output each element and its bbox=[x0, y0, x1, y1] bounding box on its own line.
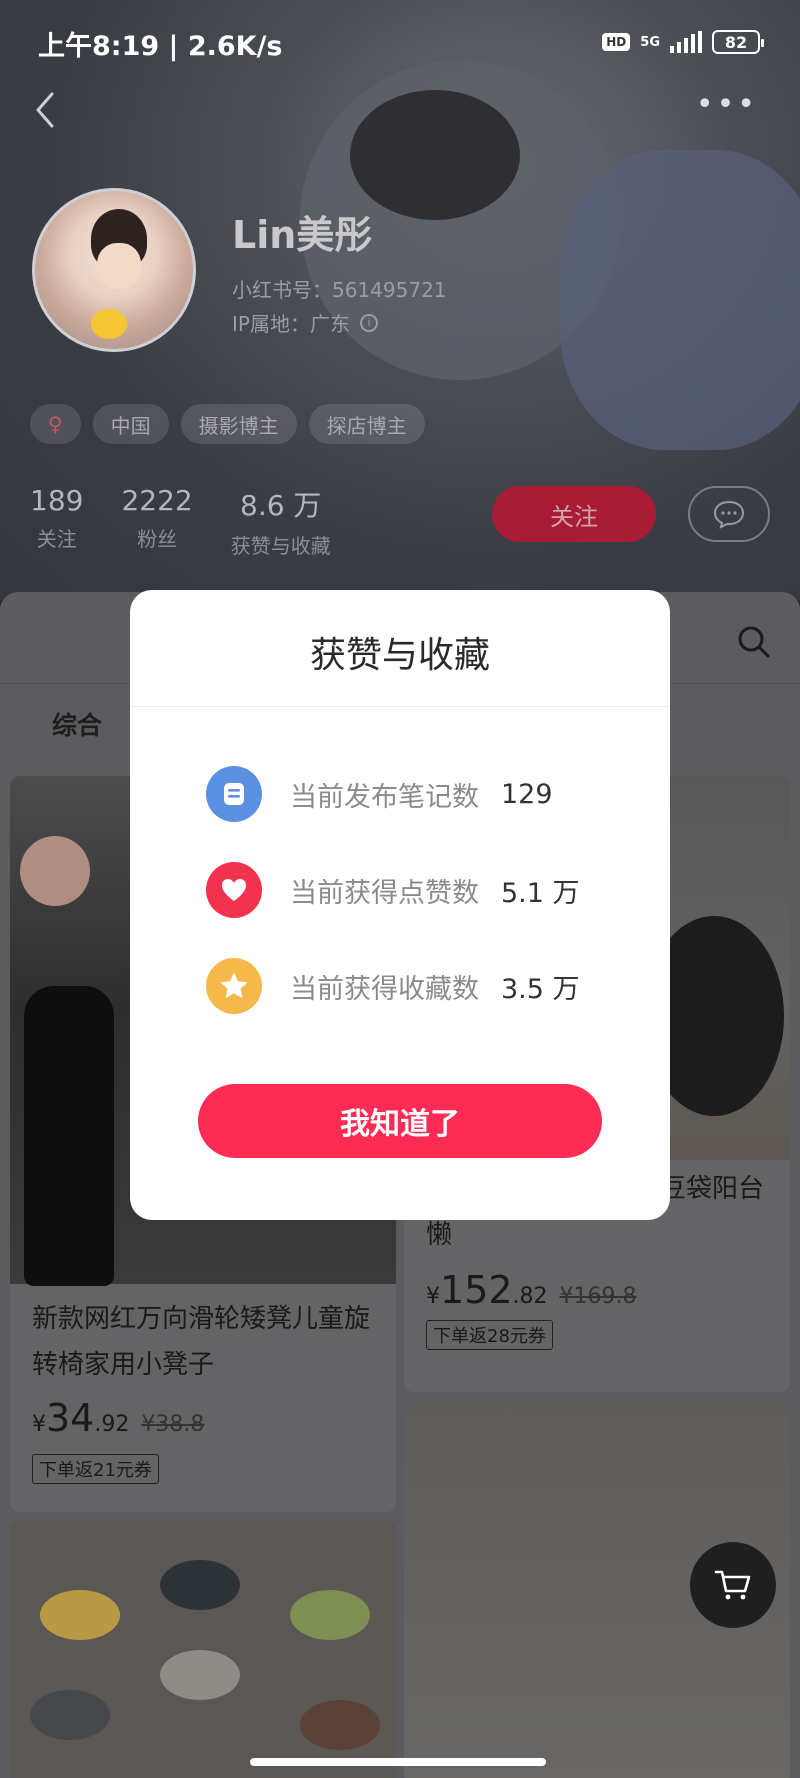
stat-likes-collects[interactable]: 8.6 万 获赞与收藏 bbox=[231, 484, 331, 559]
info-icon[interactable]: i bbox=[359, 313, 378, 332]
chat-icon bbox=[713, 500, 745, 529]
product-title: 新款网红万向滑轮矮凳儿童旋转椅家用小凳子 bbox=[32, 1304, 371, 1380]
profile-name: Lin美彤 bbox=[232, 213, 373, 257]
tag-location: 中国 bbox=[92, 404, 169, 444]
heart-icon bbox=[206, 862, 262, 918]
got-it-button[interactable]: 我知道了 bbox=[198, 1084, 602, 1158]
tag-store-visit: 探店博主 bbox=[308, 404, 425, 444]
profile-id: 小红书号：561495721 bbox=[232, 278, 447, 302]
profile-ip: IP属地：广东 i bbox=[232, 308, 378, 337]
coupon-badge: 下单返21元券 bbox=[32, 1454, 159, 1484]
hd-icon: HD bbox=[602, 33, 631, 51]
tab-comprehensive[interactable]: 综合 bbox=[52, 706, 102, 742]
star-icon bbox=[206, 958, 262, 1014]
note-icon bbox=[206, 766, 262, 822]
network-label: 5G bbox=[640, 34, 660, 50]
more-icon[interactable]: ••• bbox=[696, 90, 758, 120]
stat-followers[interactable]: 2222 粉丝 bbox=[121, 484, 192, 559]
product-price: ¥ 152 .82 ¥169.8 bbox=[426, 1268, 637, 1312]
gender-tag: ♀ bbox=[30, 404, 81, 444]
notes-count-row: 当前发布笔记数 129 bbox=[206, 766, 553, 822]
cart-icon bbox=[714, 1570, 751, 1600]
product-price: ¥ 34 .92 ¥38.8 bbox=[32, 1396, 205, 1440]
stat-following[interactable]: 189 关注 bbox=[30, 484, 83, 559]
dialog-title: 获赞与收藏 bbox=[309, 635, 490, 676]
likes-count-row: 当前获得点赞数 5.1 万 bbox=[206, 862, 580, 918]
coupon-badge: 下单返28元券 bbox=[426, 1320, 553, 1350]
collects-count-row: 当前获得收藏数 3.5 万 bbox=[206, 958, 580, 1014]
signal-icon bbox=[670, 31, 702, 53]
message-button[interactable] bbox=[688, 486, 770, 542]
profile-stats: 189 关注 2222 粉丝 8.6 万 获赞与收藏 bbox=[30, 484, 331, 559]
back-button[interactable] bbox=[30, 88, 70, 132]
search-icon[interactable] bbox=[734, 622, 774, 662]
avatar[interactable] bbox=[32, 188, 196, 352]
product-card[interactable] bbox=[10, 1520, 396, 1778]
tag-photography: 摄影博主 bbox=[180, 404, 297, 444]
cart-button[interactable] bbox=[690, 1542, 776, 1628]
profile-tags: ♀ 中国 摄影博主 探店博主 bbox=[30, 404, 425, 444]
home-indicator[interactable] bbox=[250, 1758, 546, 1766]
battery-icon: 82 bbox=[712, 30, 764, 54]
status-time-speed: 上午8:19 | 2.6K/s bbox=[38, 31, 283, 62]
follow-button[interactable]: 关注 bbox=[492, 486, 656, 542]
divider bbox=[130, 706, 670, 707]
status-bar: 上午8:19 | 2.6K/s HD 5G 82 bbox=[0, 0, 800, 84]
product-image bbox=[10, 1520, 396, 1778]
likes-collects-dialog: 获赞与收藏 当前发布笔记数 129 当前获得点赞数 5.1 万 当前获得收藏数 … bbox=[130, 590, 670, 1220]
